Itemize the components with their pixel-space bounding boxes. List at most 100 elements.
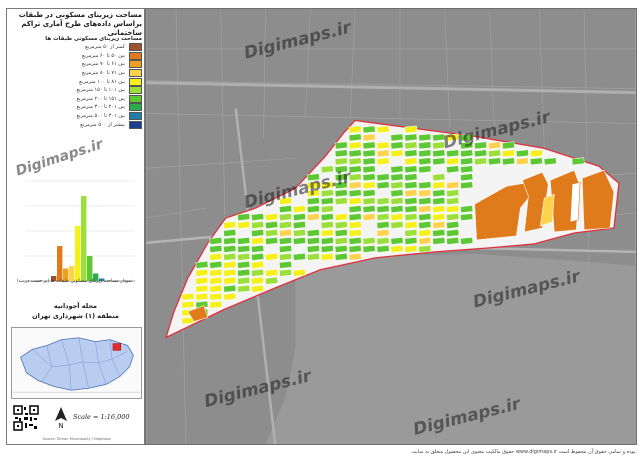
parcel: [320, 205, 334, 213]
parcel: [501, 149, 515, 158]
copyright-footer: حقوق مالکیت معنوی این محصول متعلق به سای…: [411, 449, 637, 455]
parcel: [209, 268, 223, 277]
district-label: محله آجودانیه منطقه (۱) شهرداری تهران: [9, 301, 142, 321]
parcel: [251, 229, 265, 237]
parcel: [418, 141, 432, 150]
parcel: [223, 292, 237, 301]
legend-label: بین ۳۰۱ تا ۵۰۰ مترمربع: [76, 113, 125, 120]
parcel: [501, 141, 515, 150]
parcel: [348, 252, 362, 261]
parcel: [265, 213, 279, 221]
parcel: [376, 229, 390, 237]
parcel: [251, 213, 265, 221]
parcel: [418, 149, 432, 158]
parcel: [487, 149, 502, 158]
parcel: [181, 300, 195, 309]
parcel: [390, 133, 404, 142]
parcel: [223, 245, 237, 253]
parcel: [362, 173, 376, 182]
parcel: [334, 213, 348, 221]
parcel: [320, 252, 334, 261]
parcel: [487, 141, 502, 150]
parcel: [348, 157, 362, 166]
parcel: [320, 221, 334, 229]
parcel: [348, 237, 362, 245]
parcel: [460, 181, 474, 190]
parcel: [529, 149, 543, 158]
qr-code-icon: [13, 405, 39, 431]
parcel: [334, 221, 348, 229]
parcel: [265, 252, 279, 261]
parcel: [195, 260, 209, 269]
parcel: [223, 221, 237, 229]
parcel: [348, 197, 362, 205]
parcel: [460, 237, 474, 245]
parcel: [334, 197, 348, 205]
parcel: [195, 292, 209, 301]
parcel: [278, 205, 293, 213]
parcel: [237, 276, 251, 285]
legend-panel: مساحت زیربنای مسکونی در طبقات براساس داد…: [6, 8, 145, 445]
parcel: [334, 237, 348, 245]
legend-swatch: [129, 120, 142, 129]
parcel: [404, 245, 418, 253]
parcel: [418, 197, 432, 205]
parcel: [404, 165, 418, 174]
parcel: [418, 157, 432, 166]
data-credit: Source: Tehran Municipality / Digimaps: [42, 437, 111, 441]
parcel: [390, 173, 404, 182]
parcel: [265, 268, 279, 277]
parcel: [278, 252, 293, 261]
parcel: [390, 141, 404, 150]
svg-text:N: N: [58, 422, 63, 429]
parcel: [292, 221, 306, 229]
parcel: [209, 237, 223, 245]
parcel: [460, 213, 474, 221]
legend-label: بین ۷۱ تا ۸۰ مترمربع: [81, 70, 125, 77]
parcel: [278, 268, 293, 277]
parcel: [209, 260, 223, 269]
legend-swatch: [129, 86, 142, 95]
parcel: [348, 149, 362, 158]
parcel: [209, 300, 223, 309]
legend-item: کمتر از ۵۰ مترمربع: [11, 43, 142, 52]
parcel: [348, 133, 362, 142]
parcel: [237, 268, 251, 277]
parcel: [278, 221, 293, 229]
parcel: [390, 205, 404, 213]
parcel: [223, 237, 237, 245]
parcel: [237, 237, 251, 245]
legend-item: بین ۳۰۱ تا ۵۰۰ مترمربع: [11, 112, 142, 121]
legend-item: بین ۶۱ تا ۷۰ مترمربع: [11, 60, 142, 69]
parcel: [390, 213, 404, 221]
parcel: [418, 133, 432, 142]
parcel: [515, 149, 529, 158]
parcel: [404, 149, 418, 158]
parcel: [432, 149, 446, 158]
legend-swatch: [129, 51, 142, 60]
parcel: [223, 252, 237, 261]
parcel: [432, 229, 446, 237]
parcel: [237, 213, 251, 221]
parcel: [404, 197, 418, 205]
parcel: [237, 284, 251, 293]
parcel: [418, 213, 432, 221]
parcel: [376, 149, 390, 158]
parcel: [432, 221, 446, 229]
legend-swatch: [129, 112, 142, 121]
parcel: [292, 252, 306, 261]
parcel: [404, 213, 418, 221]
parcel: [404, 157, 418, 166]
parcel: [432, 181, 446, 190]
parcel: [292, 237, 306, 245]
legend-swatch: [129, 77, 142, 86]
parcel: [460, 149, 474, 158]
parcel: [404, 229, 418, 237]
parcel: [195, 284, 209, 293]
parcel: [362, 141, 376, 150]
parcel: [404, 125, 418, 134]
parcel: [237, 260, 251, 269]
parcel: [432, 197, 446, 205]
parcel: [223, 229, 237, 237]
parcel: [306, 213, 320, 221]
